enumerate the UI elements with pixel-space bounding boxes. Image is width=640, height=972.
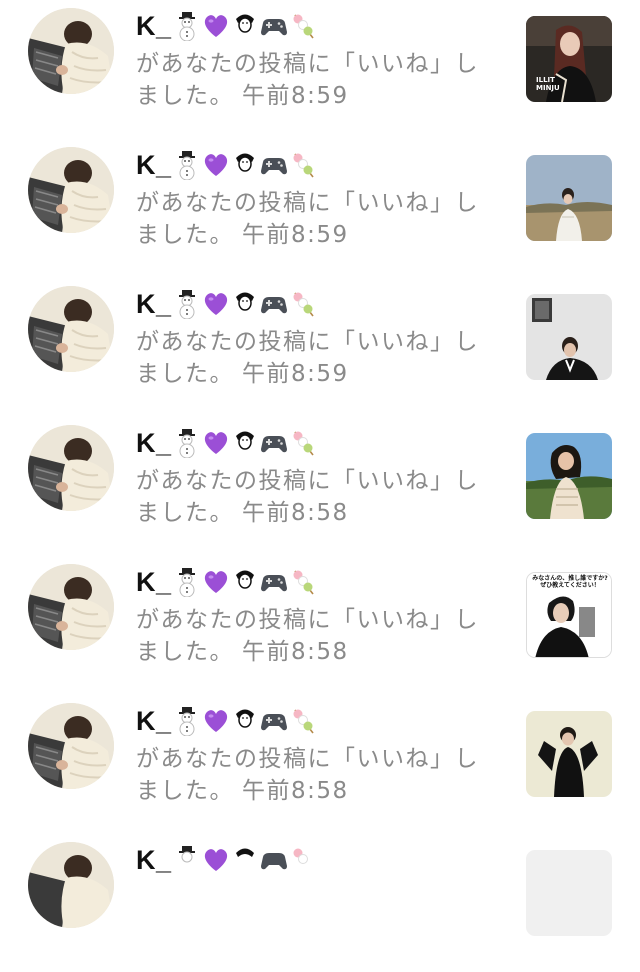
game-controller-icon: [260, 706, 288, 736]
username[interactable]: K_: [136, 706, 172, 737]
username[interactable]: K_: [136, 11, 172, 42]
notification-text: があなたの投稿に「いいね」しました。 午前8:58: [136, 465, 496, 529]
dango-icon: [289, 706, 317, 736]
snowman-icon: [173, 289, 201, 319]
snowman-icon: [173, 11, 201, 41]
penguin-icon: [231, 706, 259, 736]
game-controller-icon: [260, 428, 288, 458]
notification-list: K_ があなたの投稿に「いいね」しました。 午前8:59 ILLIT MINJU…: [0, 0, 640, 936]
notification-text: があなたの投稿に「いいね」しました。 午前8:59: [136, 48, 496, 112]
post-thumbnail[interactable]: [526, 711, 612, 797]
name-line[interactable]: K_: [136, 8, 317, 44]
notification-item[interactable]: K_: [0, 834, 640, 972]
purple-heart-icon: [202, 289, 230, 319]
game-controller-icon: [260, 150, 288, 180]
purple-heart-icon: [202, 428, 230, 458]
username[interactable]: K_: [136, 150, 172, 181]
notification-text: があなたの投稿に「いいね」しました。 午前8:58: [136, 743, 496, 807]
penguin-icon: [231, 150, 259, 180]
purple-heart-icon: [202, 11, 230, 41]
avatar[interactable]: [28, 147, 114, 233]
penguin-icon: [231, 289, 259, 319]
penguin-icon: [231, 11, 259, 41]
notification-item[interactable]: K_ があなたの投稿に「いいね」しました。 午前8:59: [0, 139, 640, 277]
username[interactable]: K_: [136, 289, 172, 320]
timestamp: 午前8:59: [242, 83, 349, 109]
username[interactable]: K_: [136, 428, 172, 459]
game-controller-icon: [260, 289, 288, 319]
timestamp: 午前8:58: [242, 639, 349, 665]
timestamp: 午前8:58: [242, 778, 349, 804]
post-thumbnail[interactable]: ILLIT MINJU: [526, 16, 612, 102]
avatar[interactable]: [28, 8, 114, 94]
name-line[interactable]: K_: [136, 842, 317, 878]
avatar[interactable]: [28, 425, 114, 511]
username[interactable]: K_: [136, 567, 172, 598]
notification-text: があなたの投稿に「いいね」しました。 午前8:58: [136, 604, 496, 668]
username[interactable]: K_: [136, 845, 172, 876]
snowman-icon: [173, 428, 201, 458]
purple-heart-icon: [202, 706, 230, 736]
post-thumbnail[interactable]: [526, 433, 612, 519]
game-controller-icon: [260, 567, 288, 597]
dango-icon: [289, 11, 317, 41]
name-line[interactable]: K_: [136, 147, 317, 183]
thumbnail-caption: ILLIT MINJU: [536, 76, 560, 92]
snowman-icon: [173, 567, 201, 597]
purple-heart-icon: [202, 150, 230, 180]
penguin-icon: [231, 567, 259, 597]
avatar[interactable]: [28, 286, 114, 372]
notification-text: があなたの投稿に「いいね」しました。 午前8:59: [136, 187, 496, 251]
dango-icon: [289, 845, 317, 875]
notification-item[interactable]: K_ があなたの投稿に「いいね」しました。 午前8:58: [0, 417, 640, 555]
notification-item[interactable]: K_ があなたの投稿に「いいね」しました。 午前8:59: [0, 278, 640, 416]
name-line[interactable]: K_: [136, 425, 317, 461]
name-line[interactable]: K_: [136, 703, 317, 739]
notification-text: があなたの投稿に「いいね」しました。 午前8:59: [136, 326, 496, 390]
name-line[interactable]: K_: [136, 564, 317, 600]
notification-item[interactable]: K_ があなたの投稿に「いいね」しました。 午前8:58: [0, 695, 640, 833]
timestamp: 午前8:58: [242, 500, 349, 526]
game-controller-icon: [260, 845, 288, 875]
purple-heart-icon: [202, 567, 230, 597]
purple-heart-icon: [202, 845, 230, 875]
dango-icon: [289, 567, 317, 597]
avatar[interactable]: [28, 564, 114, 650]
thumbnail-caption: みなさんの、推し誰ですか? ぜひ教えてください！: [532, 575, 608, 589]
post-thumbnail[interactable]: [526, 294, 612, 380]
name-line[interactable]: K_: [136, 286, 317, 322]
avatar[interactable]: [28, 703, 114, 789]
snowman-icon: [173, 150, 201, 180]
game-controller-icon: [260, 11, 288, 41]
notification-item[interactable]: K_ があなたの投稿に「いいね」しました。 午前8:58: [0, 556, 640, 694]
penguin-icon: [231, 845, 259, 875]
dango-icon: [289, 150, 317, 180]
penguin-icon: [231, 428, 259, 458]
snowman-icon: [173, 706, 201, 736]
timestamp: 午前8:59: [242, 361, 349, 387]
post-thumbnail[interactable]: [526, 850, 612, 936]
timestamp: 午前8:59: [242, 222, 349, 248]
notification-item[interactable]: K_ があなたの投稿に「いいね」しました。 午前8:59: [0, 0, 640, 138]
post-thumbnail[interactable]: [526, 155, 612, 241]
dango-icon: [289, 428, 317, 458]
snowman-icon: [173, 845, 201, 875]
avatar[interactable]: [28, 842, 114, 928]
post-thumbnail[interactable]: みなさんの、推し誰ですか? ぜひ教えてください！: [526, 572, 612, 658]
dango-icon: [289, 289, 317, 319]
